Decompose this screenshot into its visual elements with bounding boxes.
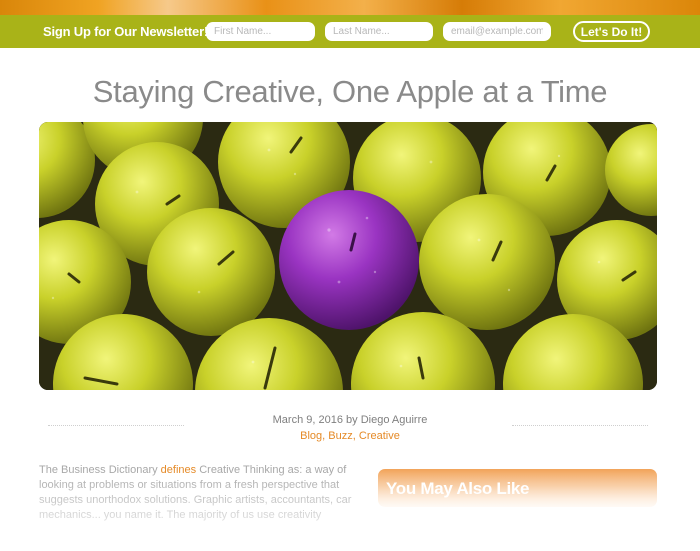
post-title: Staying Creative, One Apple at a Time [92,74,608,109]
post-meta: March 9, 2016 by Diego Aguirre [0,413,700,428]
category-link-creative[interactable]: Creative [359,430,400,442]
newsletter-submit-button[interactable]: Let's Do It! [573,21,650,42]
category-link-buzz[interactable]: Buzz [328,430,352,442]
defines-link[interactable]: defines [161,464,196,476]
newsletter-bar: Sign Up for Our Newsletter! Let's Do It! [0,15,700,48]
post-categories: Blog, Buzz, Creative [0,429,700,444]
category-link-blog[interactable]: Blog [300,430,322,442]
post-by: by [346,414,358,426]
last-name-input[interactable] [325,22,433,41]
newsletter-title: Sign Up for Our Newsletter! [43,24,209,39]
email-input[interactable] [443,22,551,41]
post-body: The Business Dictionary defines Creative… [39,463,359,523]
post-date: March 9, 2016 [272,414,343,426]
you-may-also-like-heading: You May Also Like [378,469,657,507]
first-name-input[interactable] [206,22,315,41]
post-author: Diego Aguirre [360,414,428,426]
post-body-intro: The Business Dictionary [39,464,161,476]
header-photo-strip [0,0,700,15]
hero-apples-image [39,122,657,390]
